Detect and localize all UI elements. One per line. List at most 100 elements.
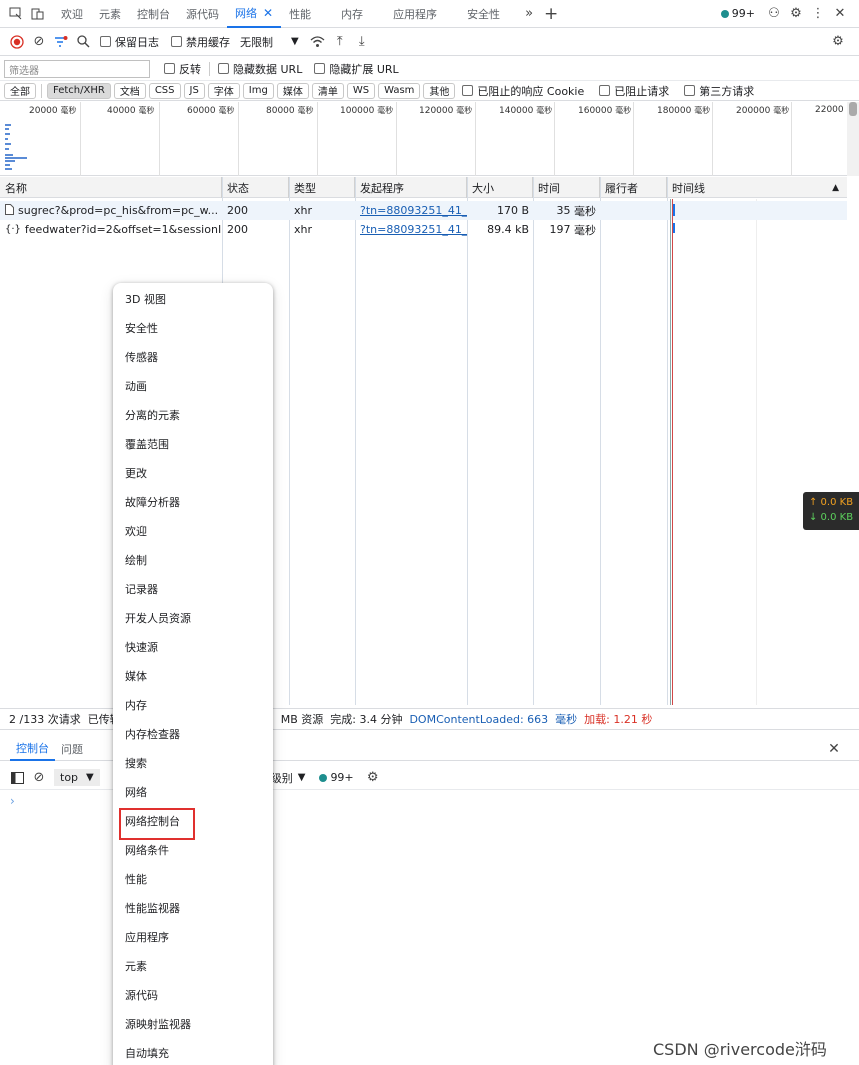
type-doc-button[interactable]: 文档 (113, 82, 146, 99)
issues-badge[interactable]: 99+ (720, 7, 755, 20)
menu-item-memory-inspector[interactable]: 内存检查器 (113, 719, 273, 748)
blocked-requests-checkbox[interactable]: 已阻止请求 (599, 83, 669, 99)
column-fulfilled-by[interactable]: 履行者 (600, 177, 667, 198)
column-type[interactable]: 类型 (289, 177, 355, 198)
request-name-cell[interactable]: sugrec?&prod=pc_his&from=pc_w... (0, 201, 222, 220)
import-har-icon[interactable]: ⤒ (329, 31, 351, 53)
settings-gear-icon[interactable]: ⚙ (785, 3, 807, 25)
filter-icon[interactable] (50, 31, 72, 53)
menu-item-sensors[interactable]: 传感器 (113, 342, 273, 371)
tab-performance[interactable]: 性能 (281, 0, 319, 28)
third-party-box[interactable] (684, 85, 696, 96)
more-tabs-icon[interactable]: » (518, 3, 540, 25)
console-issues-badge[interactable]: 99+ (319, 771, 354, 784)
close-icon[interactable]: ✕ (263, 6, 273, 20)
menu-item-memory[interactable]: 内存 (113, 690, 273, 719)
request-initiator-link[interactable]: ?tn=88093251_41_ha (355, 220, 467, 239)
drawer-tab-console[interactable]: 控制台 (10, 737, 55, 761)
clear-icon[interactable]: ⊘ (28, 31, 50, 53)
menu-item-welcome[interactable]: 欢迎 (113, 516, 273, 545)
column-name[interactable]: 名称 (0, 177, 222, 198)
type-manifest-button[interactable]: 清单 (311, 82, 344, 99)
hide-ext-urls-checkbox[interactable]: 隐藏扩展 URL (314, 61, 399, 77)
column-initiator[interactable]: 发起程序 (355, 177, 467, 198)
table-row[interactable]: sugrec?&prod=pc_his&from=pc_w... 200 xhr… (0, 201, 847, 220)
tab-application[interactable]: 应用程序 (385, 0, 445, 28)
preserve-log-checkbox[interactable]: 保留日志 (100, 34, 159, 50)
menu-item-animations[interactable]: 动画 (113, 371, 273, 400)
record-icon[interactable] (6, 31, 28, 53)
device-toolbar-icon[interactable] (27, 3, 49, 25)
tab-console[interactable]: 控制台 (129, 0, 178, 28)
type-font-button[interactable]: 字体 (207, 82, 240, 99)
menu-item-application[interactable]: 应用程序 (113, 922, 273, 951)
console-settings-icon[interactable]: ⚙ (362, 767, 384, 789)
tab-welcome[interactable]: 欢迎 (53, 0, 91, 28)
network-conditions-icon[interactable] (307, 31, 329, 53)
menu-item-security[interactable]: 安全性 (113, 313, 273, 342)
column-time[interactable]: 时间 (533, 177, 600, 198)
network-overview[interactable]: 20000 毫秒 40000 毫秒 60000 毫秒 80000 毫秒 1000… (0, 102, 847, 176)
type-all-button[interactable]: 全部 (4, 82, 36, 99)
tab-security[interactable]: 安全性 (459, 0, 508, 28)
menu-item-performance-monitor[interactable]: 性能监视器 (113, 893, 273, 922)
column-waterfall[interactable]: 时间线 ▲ (667, 177, 847, 198)
type-media-button[interactable]: 媒体 (276, 82, 309, 99)
type-other-button[interactable]: 其他 (423, 82, 456, 99)
menu-item-rendering[interactable]: 绘制 (113, 545, 273, 574)
hide-ext-urls-box[interactable] (314, 63, 326, 74)
network-settings-icon[interactable]: ⚙ (827, 31, 849, 53)
third-party-checkbox[interactable]: 第三方请求 (684, 83, 754, 99)
type-ws-button[interactable]: WS (346, 82, 376, 99)
hide-data-urls-checkbox[interactable]: 隐藏数据 URL (218, 61, 302, 77)
menu-item-coverage[interactable]: 覆盖范围 (113, 429, 273, 458)
table-row[interactable]: {·} feedwater?id=2&offset=1&sessionI... … (0, 220, 847, 239)
add-tab-icon[interactable]: + (540, 3, 562, 25)
tab-memory[interactable]: 内存 (333, 0, 371, 28)
drawer-tab-issues[interactable]: 问题 (55, 737, 89, 761)
menu-item-source-map-monitor[interactable]: 源映射监视器 (113, 1009, 273, 1038)
type-img-button[interactable]: Img (242, 82, 274, 99)
request-initiator-link[interactable]: ?tn=88093251_41_ha (355, 201, 467, 220)
blocked-cookies-checkbox[interactable]: 已阻止的响应 Cookie (462, 83, 584, 99)
menu-item-recorder[interactable]: 记录器 (113, 574, 273, 603)
preserve-log-box[interactable] (100, 36, 111, 47)
more-options-icon[interactable]: ⋮ (807, 3, 829, 25)
inspect-element-icon[interactable] (5, 3, 27, 25)
close-devtools-icon[interactable]: ✕ (829, 3, 851, 25)
menu-item-network[interactable]: 网络 (113, 777, 273, 806)
menu-item-3d-view[interactable]: 3D 视图 (113, 284, 273, 313)
search-icon[interactable] (72, 31, 94, 53)
close-drawer-icon[interactable]: ✕ (823, 738, 845, 760)
invert-checkbox[interactable]: 反转 (164, 61, 201, 77)
customize-icon[interactable]: ⚇ (763, 3, 785, 25)
column-size[interactable]: 大小 (467, 177, 533, 198)
hide-data-urls-box[interactable] (218, 63, 229, 74)
menu-item-performance[interactable]: 性能 (113, 864, 273, 893)
type-wasm-button[interactable]: Wasm (378, 82, 421, 99)
context-select[interactable]: top ▼ (54, 769, 100, 786)
console-prompt-icon[interactable]: › (10, 794, 15, 808)
filter-input[interactable]: 筛选器 (4, 59, 150, 78)
request-name-cell[interactable]: {·} feedwater?id=2&offset=1&sessionI... (0, 220, 222, 239)
menu-item-crash-analyzer[interactable]: 故障分析器 (113, 487, 273, 516)
menu-item-elements[interactable]: 元素 (113, 951, 273, 980)
export-har-icon[interactable]: ⤓ (351, 31, 373, 53)
blocked-cookies-box[interactable] (462, 85, 474, 96)
tab-network[interactable]: 网络 ✕ (227, 0, 282, 28)
menu-item-autofill[interactable]: 自动填充 (113, 1038, 273, 1065)
menu-item-developer-resources[interactable]: 开发人员资源 (113, 603, 273, 632)
tab-elements[interactable]: 元素 (91, 0, 129, 28)
type-js-button[interactable]: JS (183, 82, 205, 99)
type-fetch-xhr-button[interactable]: Fetch/XHR (47, 82, 111, 99)
type-css-button[interactable]: CSS (148, 82, 181, 99)
menu-item-quick-source[interactable]: 快速源 (113, 632, 273, 661)
menu-item-search[interactable]: 搜索 (113, 748, 273, 777)
throttle-select[interactable]: 无限制 ▼ (240, 34, 299, 50)
menu-item-media[interactable]: 媒体 (113, 661, 273, 690)
disable-cache-checkbox[interactable]: 禁用缓存 (171, 34, 230, 50)
blocked-requests-box[interactable] (599, 85, 611, 96)
menu-item-sources[interactable]: 源代码 (113, 980, 273, 1009)
sidebar-toggle-icon[interactable] (6, 767, 28, 789)
menu-item-changes[interactable]: 更改 (113, 458, 273, 487)
